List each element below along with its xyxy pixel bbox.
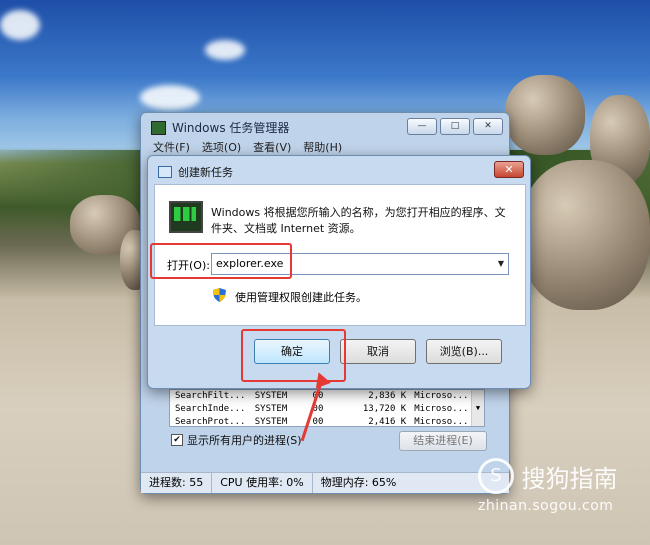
wallpaper-cloud [140,85,200,110]
process-list[interactable]: SearchFilt... SYSTEM 00 2,836 K Microso.… [169,389,485,427]
wallpaper-rock [520,160,650,310]
status-cpu: CPU 使用率: 0% [212,473,313,493]
menu-view[interactable]: 查看(V) [253,139,291,155]
process-memory: 2,416 K [368,417,407,427]
admin-privilege-label: 使用管理权限创建此任务。 [235,291,367,304]
show-all-label: 显示所有用户的进程(S) [187,434,302,447]
dialog-title: 创建新任务 [178,166,233,179]
scrollbar[interactable]: ▼ [471,390,484,426]
wallpaper-rock [505,75,585,155]
cancel-button[interactable]: 取消 [340,339,416,364]
ok-button-highlight [241,329,346,382]
process-name: SearchInde... [175,404,246,414]
close-button[interactable]: ✕ [473,118,503,135]
window-controls: — □ ✕ [407,118,503,135]
process-user: SYSTEM [254,417,288,427]
dialog-close-button[interactable]: ✕ [494,161,524,178]
chevron-down-icon[interactable]: ▼ [494,254,508,274]
task-manager-title: Windows 任务管理器 [172,121,290,135]
task-manager-titlebar: Windows 任务管理器 [151,119,289,136]
table-row[interactable]: SearchFilt... SYSTEM 00 2,836 K Microso.… [170,390,484,403]
process-cpu: 00 [312,404,324,414]
sogou-logo-icon: S [478,458,514,494]
status-bar: 进程数: 55 CPU 使用率: 0% 物理内存: 65% [141,472,509,493]
status-process-count: 进程数: 55 [141,473,213,493]
process-cpu: 00 [312,417,324,427]
wallpaper-cloud [0,10,40,40]
open-field-highlight [150,243,292,279]
status-memory: 物理内存: 65% [320,476,397,489]
maximize-button[interactable]: □ [440,118,470,135]
menu-help[interactable]: 帮助(H) [303,139,342,155]
task-manager-icon [151,120,166,135]
process-user: SYSTEM [254,391,288,401]
show-all-processes[interactable]: ✔ 显示所有用户的进程(S) [171,432,302,448]
task-manager-icon [169,201,203,233]
process-user: SYSTEM [254,404,288,414]
menu-bar: 文件(F) 选项(O) 查看(V) 帮助(H) [153,139,342,155]
watermark: S 搜狗指南 zhinan.sogou.com [478,458,618,514]
shield-icon [213,288,226,302]
end-process-button[interactable]: 结束进程(E) [399,431,487,451]
window-icon [158,166,172,178]
browse-button[interactable]: 浏览(B)... [426,339,502,364]
dialog-titlebar: 创建新任务 [158,164,233,180]
table-row[interactable]: SearchProt... SYSTEM 00 2,416 K Microso.… [170,416,484,427]
table-row[interactable]: SearchInde... SYSTEM 00 13,720 K Microso… [170,403,484,416]
watermark-brand: 搜狗指南 [521,464,618,493]
menu-options[interactable]: 选项(O) [202,139,241,155]
process-name: SearchProt... [175,417,246,427]
process-memory: 13,720 K [362,404,407,414]
minimize-button[interactable]: — [407,118,437,135]
watermark-url: zhinan.sogou.com [478,498,614,514]
process-name: SearchFilt... [175,391,246,401]
wallpaper-cloud [205,40,245,60]
dialog-description: Windows 将根据您所输入的名称，为您打开相应的程序、文件夹、文档或 Int… [211,206,506,235]
menu-file[interactable]: 文件(F) [153,139,190,155]
checkbox-icon[interactable]: ✔ [171,434,183,446]
process-memory: 2,836 K [368,391,407,401]
